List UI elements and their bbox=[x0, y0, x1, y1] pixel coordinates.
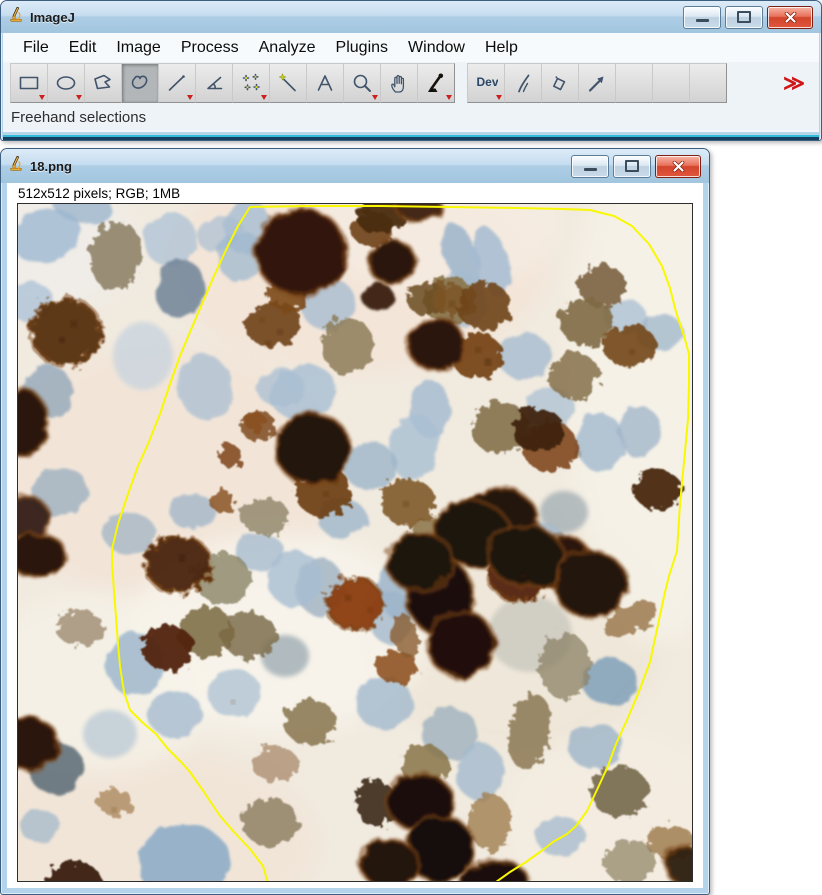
menu-item-file[interactable]: File bbox=[13, 37, 59, 59]
image-maximize-button[interactable] bbox=[613, 155, 651, 178]
tool-button-freehand[interactable] bbox=[121, 63, 159, 103]
image-window-titlebar[interactable]: 18.png bbox=[1, 149, 709, 183]
micrograph bbox=[18, 204, 692, 881]
tool-button-dropper[interactable] bbox=[417, 63, 455, 103]
tool-menu-indicator bbox=[446, 95, 452, 100]
tool-button-empty2[interactable] bbox=[652, 63, 690, 103]
menu-item-image[interactable]: Image bbox=[106, 37, 170, 59]
tool-menu-indicator bbox=[496, 95, 502, 100]
tool-button-dev[interactable]: Dev bbox=[467, 63, 505, 103]
imagej-body: FileEditImageProcessAnalyzePluginsWindow… bbox=[3, 33, 819, 132]
close-icon bbox=[672, 161, 685, 172]
rectangle-tool-icon bbox=[17, 71, 41, 95]
image-window-logo-icon bbox=[9, 156, 23, 176]
zoom-tool-icon bbox=[350, 71, 374, 95]
menu-item-help[interactable]: Help bbox=[475, 37, 528, 59]
angle-tool-icon bbox=[202, 71, 226, 95]
image-window-title: 18.png bbox=[30, 159, 72, 174]
polygon-tool-icon bbox=[91, 71, 115, 95]
imagej-toolbar: Dev ≫ bbox=[3, 62, 819, 104]
tool-button-arrow[interactable] bbox=[578, 63, 616, 103]
imagej-logo-icon bbox=[9, 7, 23, 27]
text-tool-icon bbox=[313, 71, 337, 95]
tool-menu-indicator bbox=[372, 95, 378, 100]
wand-tool-icon bbox=[276, 71, 300, 95]
menu-item-edit[interactable]: Edit bbox=[59, 37, 107, 59]
svg-text:Dev: Dev bbox=[477, 75, 499, 89]
menu-item-analyze[interactable]: Analyze bbox=[249, 37, 326, 59]
tool-menu-indicator bbox=[261, 95, 267, 100]
dropper-tool-icon bbox=[424, 71, 448, 95]
minimize-icon bbox=[584, 168, 597, 171]
tool-button-oval[interactable] bbox=[47, 63, 85, 103]
tool-button-text[interactable] bbox=[306, 63, 344, 103]
image-window: 18.png 512x512 pixels; RGB; 1MB bbox=[0, 148, 710, 895]
imagej-window-controls bbox=[683, 6, 813, 29]
restore-icon bbox=[737, 11, 751, 23]
menu-item-plugins[interactable]: Plugins bbox=[326, 37, 398, 59]
line-tool-icon bbox=[165, 71, 189, 95]
menu-item-window[interactable]: Window bbox=[398, 37, 475, 59]
imagej-bottom-border bbox=[3, 132, 819, 140]
maximize-icon bbox=[625, 160, 639, 172]
imagej-titlebar[interactable]: ImageJ bbox=[1, 1, 821, 33]
point-tool-icon bbox=[239, 71, 263, 95]
imagej-close-button[interactable] bbox=[767, 6, 813, 29]
tool-button-zoom[interactable] bbox=[343, 63, 381, 103]
tool-button-line[interactable] bbox=[158, 63, 196, 103]
tool-menu-indicator bbox=[39, 95, 45, 100]
more-tools-button[interactable]: ≫ bbox=[783, 71, 803, 96]
tool-button-rectangle[interactable] bbox=[10, 63, 48, 103]
image-info-text: 512x512 pixels; RGB; 1MB bbox=[7, 183, 703, 203]
arrow-tool-icon bbox=[585, 71, 609, 95]
image-minimize-button[interactable] bbox=[571, 155, 609, 178]
hand-tool-icon bbox=[387, 71, 411, 95]
image-window-controls bbox=[571, 155, 701, 178]
freehand-tool-icon bbox=[128, 71, 152, 95]
tool-menu-indicator bbox=[187, 95, 193, 100]
imagej-menubar: FileEditImageProcessAnalyzePluginsWindow… bbox=[3, 33, 819, 62]
fill-tool-icon bbox=[548, 71, 572, 95]
minimize-icon bbox=[696, 19, 709, 22]
image-close-button[interactable] bbox=[655, 155, 701, 178]
image-window-body: 512x512 pixels; RGB; 1MB bbox=[7, 183, 703, 888]
oval-tool-icon bbox=[54, 71, 78, 95]
image-canvas[interactable] bbox=[17, 203, 693, 882]
desktop: ImageJ FileEditImageProcessAnalyzePlugin… bbox=[0, 0, 822, 895]
tool-button-fill[interactable] bbox=[541, 63, 579, 103]
tool-button-point[interactable] bbox=[232, 63, 270, 103]
tool-button-polygon[interactable] bbox=[84, 63, 122, 103]
brush-tool-icon bbox=[511, 71, 535, 95]
dev-tool-icon: Dev bbox=[474, 71, 498, 95]
imagej-restore-button[interactable] bbox=[725, 6, 763, 29]
imagej-window-title: ImageJ bbox=[30, 10, 75, 25]
tool-button-brush[interactable] bbox=[504, 63, 542, 103]
imagej-main-window: ImageJ FileEditImageProcessAnalyzePlugin… bbox=[0, 0, 822, 141]
imagej-status-text: Freehand selections bbox=[3, 104, 819, 130]
close-icon bbox=[784, 12, 797, 23]
menu-item-process[interactable]: Process bbox=[171, 37, 249, 59]
tool-button-hand[interactable] bbox=[380, 63, 418, 103]
imagej-minimize-button[interactable] bbox=[683, 6, 721, 29]
tool-button-empty1[interactable] bbox=[615, 63, 653, 103]
tool-button-angle[interactable] bbox=[195, 63, 233, 103]
tool-button-empty3[interactable] bbox=[689, 63, 727, 103]
tool-menu-indicator bbox=[76, 95, 82, 100]
tool-button-wand[interactable] bbox=[269, 63, 307, 103]
